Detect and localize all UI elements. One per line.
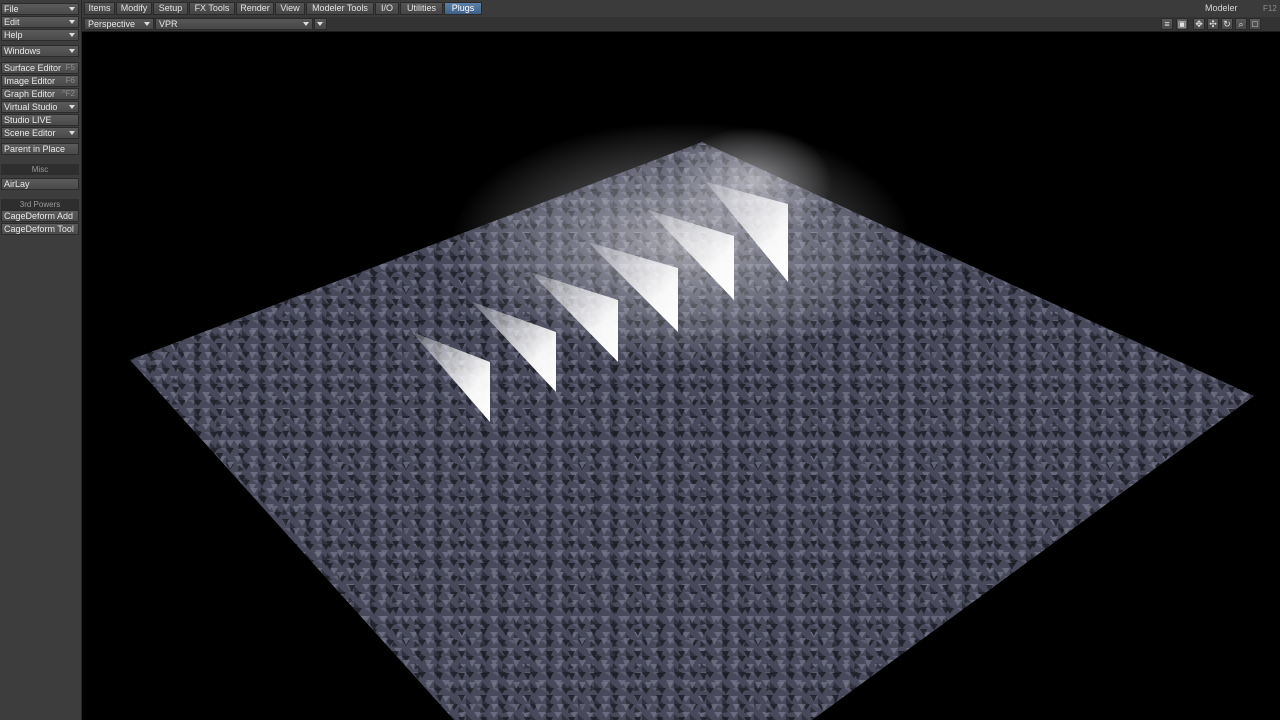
viewport-header: Perspective VPR ≡ ▣ ✥ ✣ ↻ ⌕ □ bbox=[82, 17, 1280, 32]
surface-editor-shortcut: F5 bbox=[65, 63, 75, 72]
file-menu-label: File bbox=[4, 4, 19, 14]
airlay-button[interactable]: AirLay bbox=[1, 178, 79, 190]
zoom-icon[interactable]: ⌕ bbox=[1235, 18, 1247, 30]
third-powers-group-header: 3rd Powers bbox=[1, 199, 79, 210]
edit-menu-label: Edit bbox=[4, 17, 20, 27]
chevron-down-icon bbox=[303, 22, 309, 26]
image-editor-shortcut: F6 bbox=[65, 76, 75, 85]
cagedeform-tool-label: CageDeform Tool bbox=[4, 224, 74, 234]
virtual-studio-button[interactable]: Virtual Studio bbox=[1, 101, 79, 113]
render-mode-value: VPR bbox=[159, 19, 178, 29]
render-mode-dropdown[interactable]: VPR bbox=[155, 18, 313, 30]
tab-modeler-tools[interactable]: Modeler Tools bbox=[306, 2, 374, 15]
chevron-down-icon bbox=[69, 49, 75, 53]
virtual-studio-label: Virtual Studio bbox=[4, 102, 58, 112]
view-mode-value: Perspective bbox=[88, 19, 136, 29]
cagedeform-add-button[interactable]: CageDeform Add bbox=[1, 210, 79, 222]
parent-in-place-label: Parent in Place bbox=[4, 144, 66, 154]
tab-utilities[interactable]: Utilities bbox=[400, 2, 443, 15]
help-menu-label: Help bbox=[4, 30, 23, 40]
chevron-down-icon bbox=[69, 20, 75, 24]
windows-menu-label: Windows bbox=[4, 46, 41, 56]
edit-menu-button[interactable]: Edit bbox=[1, 16, 79, 28]
tab-setup[interactable]: Setup bbox=[153, 2, 188, 15]
studio-live-label: Studio LIVE bbox=[4, 115, 52, 125]
cagedeform-tool-button[interactable]: CageDeform Tool bbox=[1, 223, 79, 235]
view-mode-dropdown[interactable]: Perspective bbox=[84, 18, 154, 30]
list-icon[interactable]: ≡ bbox=[1161, 18, 1173, 30]
chevron-down-icon bbox=[144, 22, 150, 26]
modeler-shortcut: F12 bbox=[1263, 4, 1277, 13]
perspective-viewport[interactable] bbox=[82, 32, 1280, 720]
windows-menu-button[interactable]: Windows bbox=[1, 45, 79, 57]
airlay-label: AirLay bbox=[4, 179, 30, 189]
save-icon[interactable]: ▣ bbox=[1176, 18, 1188, 30]
chevron-down-icon bbox=[69, 105, 75, 109]
help-menu-button[interactable]: Help bbox=[1, 29, 79, 41]
scene-render bbox=[130, 122, 1254, 720]
scene-editor-button[interactable]: Scene Editor bbox=[1, 127, 79, 139]
graph-editor-button[interactable]: Graph Editor ^F2 bbox=[1, 88, 79, 100]
studio-live-button[interactable]: Studio LIVE bbox=[1, 114, 79, 126]
viewport-options-dropdown[interactable] bbox=[314, 18, 327, 30]
tab-items[interactable]: Items bbox=[84, 2, 115, 15]
scene-editor-label: Scene Editor bbox=[4, 128, 56, 138]
tab-modify[interactable]: Modify bbox=[116, 2, 152, 15]
parent-in-place-button[interactable]: Parent in Place bbox=[1, 143, 79, 155]
image-editor-label: Image Editor bbox=[4, 76, 56, 86]
rotate-icon[interactable]: ↻ bbox=[1221, 18, 1233, 30]
chevron-down-icon bbox=[69, 7, 75, 11]
image-editor-button[interactable]: Image Editor F6 bbox=[1, 75, 79, 87]
chevron-down-icon bbox=[317, 22, 323, 26]
graph-editor-label: Graph Editor bbox=[4, 89, 56, 99]
chevron-down-icon bbox=[69, 33, 75, 37]
tab-fx-tools[interactable]: FX Tools bbox=[189, 2, 235, 15]
move-icon[interactable]: ✥ bbox=[1193, 18, 1205, 30]
chevron-down-icon bbox=[69, 131, 75, 135]
surface-editor-label: Surface Editor bbox=[4, 63, 62, 73]
tab-bar: Items Modify Setup FX Tools Render View … bbox=[82, 0, 1280, 18]
tab-io[interactable]: I/O bbox=[375, 2, 399, 15]
tab-render[interactable]: Render bbox=[236, 2, 274, 15]
modeler-switch-button[interactable]: Modeler bbox=[1205, 2, 1238, 15]
tab-view[interactable]: View bbox=[275, 2, 305, 15]
graph-editor-shortcut: ^F2 bbox=[61, 89, 75, 98]
misc-group-header: Misc bbox=[1, 164, 79, 175]
tab-plugs[interactable]: Plugs bbox=[444, 2, 482, 15]
maximize-icon[interactable]: □ bbox=[1249, 18, 1261, 30]
pan-icon[interactable]: ✣ bbox=[1207, 18, 1219, 30]
file-menu-button[interactable]: File bbox=[1, 3, 79, 15]
cagedeform-add-label: CageDeform Add bbox=[4, 211, 74, 221]
left-toolbar: File Edit Help Windows Surface Editor F5 … bbox=[0, 0, 82, 720]
surface-editor-button[interactable]: Surface Editor F5 bbox=[1, 62, 79, 74]
